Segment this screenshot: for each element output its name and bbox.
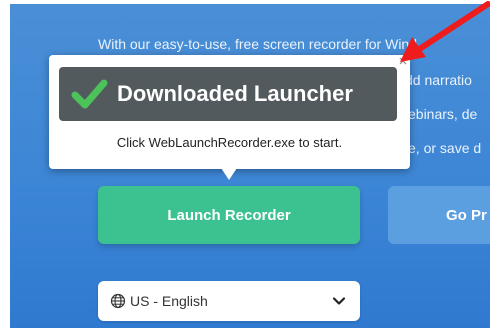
language-selected-label: US - English — [130, 293, 208, 309]
top-frame-edge — [0, 0, 490, 4]
downloaded-banner: Downloaded Launcher — [59, 67, 397, 121]
globe-icon — [110, 293, 126, 309]
popup-pointer — [221, 168, 237, 180]
language-select[interactable]: US - English — [98, 281, 360, 321]
close-icon[interactable] — [398, 56, 408, 66]
hero-text-line-4: e, or save d — [408, 140, 482, 156]
hero-text-line-2: dd narratio — [405, 72, 472, 88]
left-frame-edge — [0, 0, 10, 328]
hero-text-line-3: ebinars, de — [408, 106, 478, 122]
chevron-down-icon — [332, 297, 346, 305]
hero-text-line-1: With our easy-to-use, free screen record… — [98, 36, 418, 52]
popup-title: Downloaded Launcher — [117, 81, 353, 106]
launch-recorder-label: Launch Recorder — [167, 206, 291, 224]
launch-recorder-button[interactable]: Launch Recorder — [98, 186, 360, 244]
go-pro-label: Go Pr — [446, 206, 487, 224]
popup-instruction: Click WebLaunchRecorder.exe to start. — [116, 135, 343, 150]
go-pro-button[interactable]: Go Pr — [388, 186, 490, 244]
download-popup: Downloaded Launcher Click WebLaunchRecor… — [49, 55, 410, 169]
recorder-landing-page: With our easy-to-use, free screen record… — [0, 0, 490, 328]
check-icon — [71, 79, 108, 109]
